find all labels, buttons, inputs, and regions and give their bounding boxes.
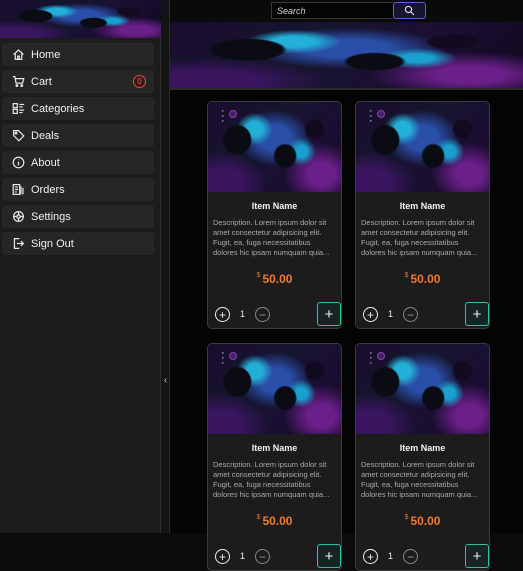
search-input[interactable] [271, 2, 393, 19]
add-to-cart-button[interactable]: + [317, 544, 341, 568]
product-card: · · · Item Name Description. Lorem ipsum d… [355, 343, 490, 571]
sidebar-item-label: Deals [31, 129, 60, 142]
quantity-value: 1 [240, 551, 246, 561]
product-description: Description. Lorem ipsum dolor sit amet … [361, 460, 478, 499]
decrease-quantity-button[interactable]: − [255, 549, 270, 564]
quantity-value: 1 [388, 551, 394, 561]
kebab-menu-icon[interactable]: · · · [221, 348, 225, 369]
quantity-controls: + 1 − + [208, 542, 341, 570]
product-price: $50.00 [208, 514, 341, 528]
add-to-cart-button[interactable]: + [465, 302, 489, 326]
sidebar-collapse-toggle[interactable]: ‹ [161, 372, 170, 388]
sign-out-icon [11, 237, 25, 251]
favorite-dot-icon[interactable] [229, 352, 237, 360]
sidebar: Home Cart 0 Categories Deals About Order… [0, 0, 161, 533]
sidebar-nav: Home Cart 0 Categories Deals About Order… [0, 38, 160, 255]
top-bar [170, 0, 523, 22]
product-name: Item Name [251, 201, 298, 211]
decrease-quantity-button[interactable]: − [255, 307, 270, 322]
product-name: Item Name [251, 443, 298, 453]
add-to-cart-button[interactable]: + [317, 302, 341, 326]
hero-banner-image [170, 22, 523, 90]
home-icon [11, 48, 25, 62]
kebab-menu-icon[interactable]: · · · [221, 106, 225, 127]
currency-symbol: $ [256, 272, 261, 279]
quantity-controls: + 1 − + [356, 542, 489, 570]
sidebar-item-label: Cart [31, 75, 52, 88]
kebab-menu-icon[interactable]: · · · [369, 106, 373, 127]
favorite-dot-icon[interactable] [377, 110, 385, 118]
decrease-quantity-button[interactable]: − [403, 307, 418, 322]
product-image: · · · [208, 344, 341, 434]
product-name: Item Name [399, 443, 446, 453]
product-description: Description. Lorem ipsum dolor sit amet … [361, 218, 478, 257]
sidebar-item-home[interactable]: Home [2, 43, 154, 66]
currency-symbol: $ [404, 272, 409, 279]
increase-quantity-button[interactable]: + [215, 549, 230, 564]
sidebar-item-settings[interactable]: Settings [2, 205, 154, 228]
quantity-controls: + 1 − + [208, 300, 341, 328]
price-value: 50.00 [262, 272, 293, 286]
product-name: Item Name [399, 201, 446, 211]
sidebar-item-label: Sign Out [31, 237, 74, 250]
tag-icon [11, 129, 25, 143]
favorite-dot-icon[interactable] [229, 110, 237, 118]
sidebar-item-deals[interactable]: Deals [2, 124, 154, 147]
decrease-quantity-button[interactable]: − [403, 549, 418, 564]
price-value: 50.00 [262, 514, 293, 528]
search-button[interactable] [393, 2, 426, 19]
sidebar-item-label: About [31, 156, 60, 169]
cart-icon [11, 75, 25, 89]
quantity-value: 1 [388, 309, 394, 319]
quantity-value: 1 [240, 309, 246, 319]
product-image: · · · [356, 344, 489, 434]
product-image: · · · [208, 102, 341, 192]
increase-quantity-button[interactable]: + [363, 549, 378, 564]
main-content: ··· Item Name Description. Lorem ipsum d… [170, 0, 523, 571]
sidebar-item-categories[interactable]: Categories [2, 97, 154, 120]
favorite-dot-icon[interactable] [377, 352, 385, 360]
sidebar-item-label: Settings [31, 210, 71, 223]
sidebar-item-label: Orders [31, 183, 65, 196]
price-value: 50.00 [410, 272, 441, 286]
product-description: Description. Lorem ipsum dolor sit amet … [213, 460, 330, 499]
quantity-controls: + 1 − + [356, 300, 489, 328]
sidebar-item-label: Categories [31, 102, 85, 115]
product-price: $50.00 [356, 272, 489, 286]
product-card: · · · Item Name Description. Lorem ipsum d… [207, 343, 342, 571]
product-image: · · · [356, 102, 489, 192]
product-price: $50.00 [208, 272, 341, 286]
gear-icon [11, 210, 25, 224]
product-description: Description. Lorem ipsum dolor sit amet … [213, 218, 330, 257]
sidebar-item-label: Home [31, 48, 61, 61]
sidebar-item-orders[interactable]: Orders [2, 178, 154, 201]
add-to-cart-button[interactable]: + [465, 544, 489, 568]
product-price: $50.00 [356, 514, 489, 528]
sidebar-collapse-strip: ‹ [161, 0, 170, 533]
product-card: · · · Item Name Description. Lorem ipsum d… [355, 101, 490, 329]
cart-count-badge: 0 [133, 75, 146, 88]
price-value: 50.00 [410, 514, 441, 528]
categories-icon [11, 102, 25, 116]
search-icon [404, 5, 415, 16]
sidebar-banner-image [0, 0, 161, 38]
product-card: · · · Item Name Description. Lorem ipsum d… [207, 101, 342, 329]
kebab-menu-icon[interactable]: · · · [369, 348, 373, 369]
sidebar-item-cart[interactable]: Cart 0 [2, 70, 154, 93]
sidebar-item-sign-out[interactable]: Sign Out [2, 232, 154, 255]
increase-quantity-button[interactable]: + [363, 307, 378, 322]
orders-icon [11, 183, 25, 197]
increase-quantity-button[interactable]: + [215, 307, 230, 322]
currency-symbol: $ [404, 514, 409, 521]
currency-symbol: $ [256, 514, 261, 521]
sidebar-item-about[interactable]: About [2, 151, 154, 174]
info-icon [11, 156, 25, 170]
